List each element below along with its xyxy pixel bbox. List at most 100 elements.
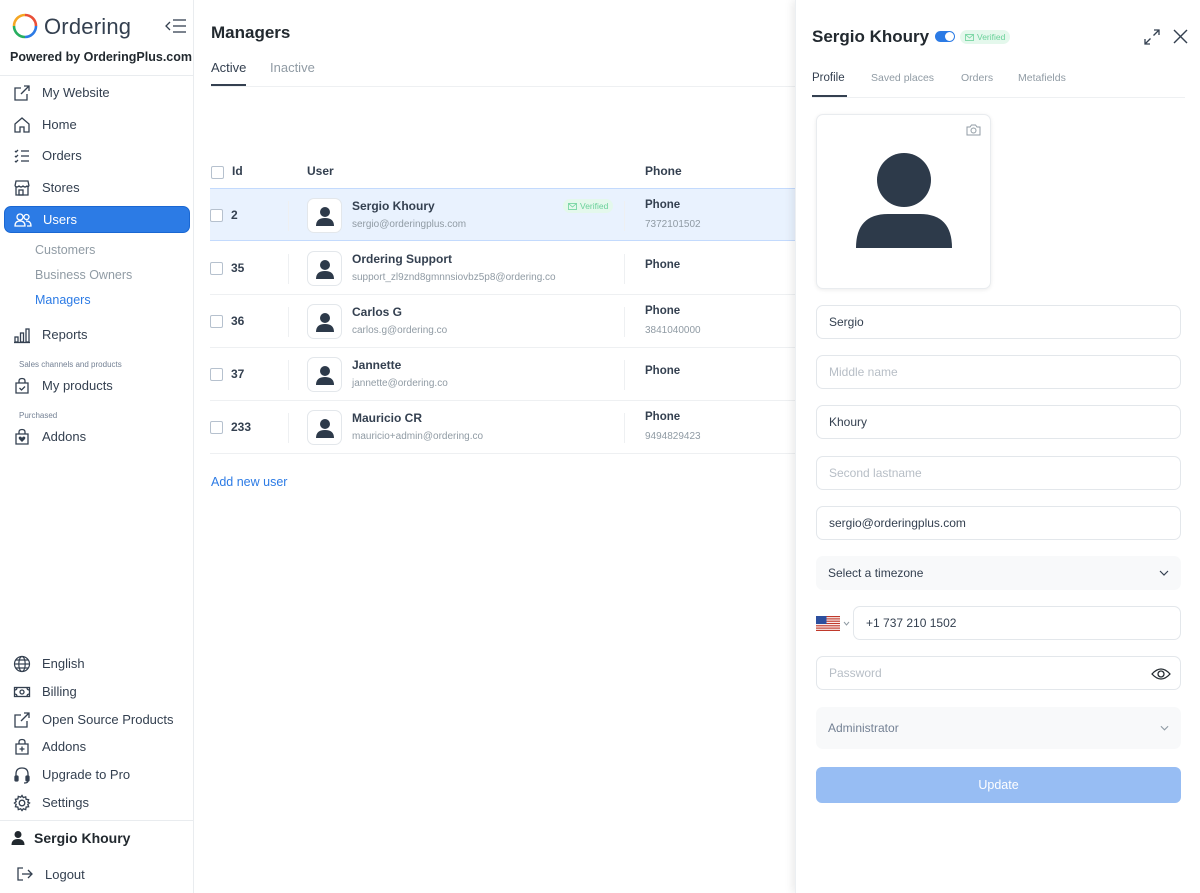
expand-icon[interactable] <box>1143 28 1161 46</box>
nav-label: Orders <box>42 148 82 163</box>
password-input[interactable] <box>829 666 1168 680</box>
nav-label: Billing <box>42 684 77 699</box>
nav-users[interactable]: Users <box>4 206 190 233</box>
divider <box>288 201 289 231</box>
nav-stores[interactable]: Stores <box>4 174 190 201</box>
nav-open-source-products[interactable]: Open Source Products <box>4 706 190 733</box>
role-select[interactable]: Administrator <box>816 707 1181 749</box>
current-user-name: Sergio Khoury <box>34 830 131 846</box>
verified-badge: Verified <box>960 30 1011 44</box>
tab-inactive[interactable]: Inactive <box>270 60 315 75</box>
table-row[interactable]: 37 Jannette jannette@ordering.co Phone <box>210 348 795 401</box>
nav-language[interactable]: English <box>4 650 190 677</box>
phone-number: 7372101502 <box>645 219 701 230</box>
camera-icon[interactable] <box>966 124 981 136</box>
column-header-user: User <box>307 164 334 178</box>
row-id: 35 <box>231 261 245 275</box>
nav-upgrade-to-pro[interactable]: Upgrade to Pro <box>4 761 190 788</box>
brand: Ordering <box>12 12 187 42</box>
nav-label: Upgrade to Pro <box>42 767 131 782</box>
nav-settings[interactable]: Settings <box>4 789 190 816</box>
tab-saved-places[interactable]: Saved places <box>871 72 934 84</box>
close-icon[interactable] <box>1173 29 1188 44</box>
avatar <box>307 410 342 445</box>
user-active-toggle[interactable] <box>935 31 955 42</box>
lastname-input[interactable] <box>829 415 1168 429</box>
divider <box>624 413 625 443</box>
table-row[interactable]: 35 Ordering Support support_zl9znd8gmnns… <box>210 242 795 295</box>
timezone-value: Select a timezone <box>828 566 924 580</box>
row-checkbox[interactable] <box>210 315 223 328</box>
nav-addons-purchased[interactable]: Addons <box>4 423 190 450</box>
second-lastname-input[interactable] <box>829 466 1168 480</box>
select-all-checkbox[interactable] <box>211 166 224 179</box>
first-name-field[interactable] <box>816 305 1181 339</box>
second-lastname-field[interactable] <box>816 456 1181 490</box>
nav-label: My Website <box>42 85 110 100</box>
password-field[interactable] <box>816 656 1181 690</box>
user-details-drawer: Sergio Khoury Verified Profile Saved pla… <box>795 0 1200 893</box>
nav-my-products[interactable]: My products <box>4 372 190 399</box>
sub-managers[interactable]: Managers <box>35 293 91 307</box>
section-caption: Sales channels and products <box>19 360 122 369</box>
user-email: mauricio+admin@ordering.co <box>352 431 484 442</box>
section-caption: Purchased <box>19 411 58 420</box>
row-checkbox[interactable] <box>210 421 223 434</box>
row-checkbox[interactable] <box>210 368 223 381</box>
toggle-knob <box>945 32 954 41</box>
show-password-eye-icon[interactable] <box>1151 667 1171 681</box>
home-icon <box>12 115 32 135</box>
current-user[interactable]: Sergio Khoury <box>10 830 130 846</box>
divider <box>288 360 289 390</box>
email-input[interactable] <box>829 516 1168 530</box>
country-code-selector[interactable] <box>816 616 850 631</box>
nav-orders[interactable]: Orders <box>4 142 190 169</box>
profile-photo-uploader[interactable] <box>816 114 991 289</box>
phone-input[interactable] <box>866 616 1168 630</box>
collapse-sidebar-icon[interactable] <box>165 18 187 34</box>
tab-metafields[interactable]: Metafields <box>1018 72 1066 84</box>
nav-billing[interactable]: Billing <box>4 678 190 705</box>
nav-my-website[interactable]: My Website <box>4 79 190 106</box>
lastname-field[interactable] <box>816 405 1181 439</box>
list-icon <box>12 146 32 166</box>
person-icon <box>315 365 334 385</box>
update-button[interactable]: Update <box>816 767 1181 803</box>
middle-name-field[interactable] <box>816 355 1181 389</box>
nav-label: Addons <box>42 429 87 444</box>
email-field[interactable] <box>816 506 1181 540</box>
nav-addons[interactable]: Addons <box>4 733 190 760</box>
bar-chart-icon <box>12 325 32 345</box>
sidebar: Ordering Powered by OrderingPlus.com My … <box>0 0 194 893</box>
sub-customers[interactable]: Customers <box>35 243 95 257</box>
row-checkbox[interactable] <box>210 262 223 275</box>
table-row[interactable]: 233 Mauricio CR mauricio+admin@ordering.… <box>210 401 795 454</box>
logout-button[interactable]: Logout <box>16 866 85 882</box>
nav-home[interactable]: Home <box>4 111 190 138</box>
main-content: Managers Active Inactive Id User Phone 2… <box>195 0 795 893</box>
tab-active[interactable]: Active <box>211 60 246 75</box>
phone-field[interactable] <box>853 606 1181 640</box>
powered-by: Powered by OrderingPlus.com <box>10 50 192 64</box>
table-row[interactable]: 36 Carlos G carlos.g@ordering.co Phone 3… <box>210 295 795 348</box>
person-icon <box>315 259 334 279</box>
tab-profile[interactable]: Profile <box>812 72 845 84</box>
add-new-user-link[interactable]: Add new user <box>211 475 287 489</box>
nav-reports[interactable]: Reports <box>4 321 190 348</box>
nav-label: Home <box>42 117 77 132</box>
nav-label: Reports <box>42 327 88 342</box>
row-id: 2 <box>231 208 238 222</box>
middle-name-input[interactable] <box>829 365 1168 379</box>
verified-label: Verified <box>580 201 609 211</box>
person-icon <box>315 418 334 438</box>
row-checkbox[interactable] <box>210 209 223 222</box>
first-name-input[interactable] <box>829 315 1168 329</box>
timezone-select[interactable]: Select a timezone <box>816 556 1181 590</box>
table-row[interactable]: 2 Sergio Khoury sergio@orderingplus.com … <box>210 188 795 241</box>
tab-orders[interactable]: Orders <box>961 72 993 84</box>
divider <box>624 360 625 390</box>
page-title: Managers <box>211 23 291 42</box>
chevron-down-icon <box>843 621 850 626</box>
mail-icon <box>965 33 974 41</box>
sub-business-owners[interactable]: Business Owners <box>35 268 132 282</box>
